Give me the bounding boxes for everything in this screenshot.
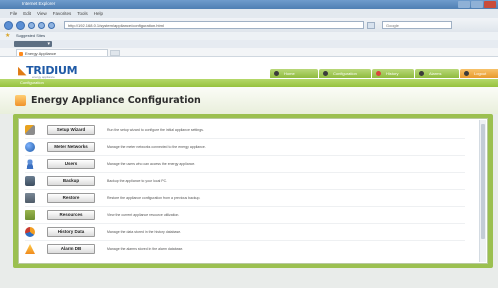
tab-logout-label: Logout [474, 71, 487, 76]
row-divider [25, 138, 465, 139]
row-divider [25, 155, 465, 156]
gear-icon [323, 71, 328, 76]
row-description: Restore the appliance configuration from… [107, 196, 201, 200]
meter-networks-button[interactable]: Meter Networks [47, 142, 95, 152]
star-icon[interactable]: ★ [5, 33, 10, 39]
tab-alarms[interactable]: Alarms [415, 69, 459, 78]
users-icon [25, 159, 35, 169]
row-divider [25, 240, 465, 241]
refresh-button[interactable] [28, 21, 35, 29]
configuration-panel: Setup Wizard Run the setup wizard to con… [18, 118, 488, 264]
menu-file[interactable]: File [10, 11, 17, 16]
tab-home[interactable]: Home [270, 69, 318, 78]
row-description: Manage the data stored in the history da… [107, 230, 182, 234]
navigation-bar: http://192.168.0.1/system/appliance/conf… [0, 18, 498, 32]
row-description: Manage the users who can access the ener… [107, 162, 196, 166]
close-button[interactable] [484, 1, 496, 8]
forward-button[interactable] [16, 20, 25, 30]
restore-button[interactable]: Restore [47, 193, 95, 203]
chevron-down-icon: ▾ [47, 41, 50, 47]
configuration-icon [15, 95, 26, 106]
home-icon [274, 71, 279, 76]
logo-mark-icon: ◣ [18, 64, 27, 77]
row-divider [25, 206, 465, 207]
page-title: Energy Appliance Configuration [31, 95, 201, 106]
browser-tab-active[interactable]: Energy Appliance [16, 49, 108, 56]
tab-history[interactable]: History [372, 69, 414, 78]
wand-icon [25, 125, 35, 135]
list-item: History Data Manage the data stored in t… [25, 225, 455, 239]
pie-chart-icon [25, 227, 35, 237]
browser-tabs: Energy Appliance [0, 48, 498, 57]
stop-button[interactable] [38, 21, 45, 29]
alarm-db-button[interactable]: Alarm DB [47, 244, 95, 254]
list-item: Users Manage the users who can access th… [25, 157, 455, 171]
page-footer [0, 268, 498, 288]
bell-icon [419, 71, 424, 76]
tab-logout[interactable]: Logout [460, 69, 498, 78]
backup-icon [25, 176, 35, 186]
go-button[interactable] [367, 21, 375, 29]
row-description: Manage the alarms stored in the alarm da… [107, 247, 184, 251]
menu-bar: File Edit View Favorites Tools Help [0, 9, 498, 18]
maximize-button[interactable] [471, 1, 483, 8]
history-data-button[interactable]: History Data [47, 227, 95, 237]
tab-configuration[interactable]: Configuration [319, 69, 371, 78]
history-icon [376, 71, 381, 76]
list-item: Meter Networks Manage the meter networks… [25, 140, 455, 154]
menu-help[interactable]: Help [94, 11, 103, 16]
breadcrumb: Configuration [0, 79, 498, 87]
scrollbar-thumb[interactable] [481, 124, 485, 239]
toolbar-dropdown[interactable]: ▾ [14, 41, 52, 47]
resources-icon [25, 210, 35, 220]
tab-configuration-label: Configuration [333, 71, 357, 76]
back-button[interactable] [4, 20, 13, 30]
resources-button[interactable]: Resources [47, 210, 95, 220]
row-divider [25, 223, 465, 224]
logout-icon [464, 71, 469, 76]
tab-history-label: History [386, 71, 399, 76]
list-item: Restore Restore the appliance configurat… [25, 191, 455, 205]
menu-view[interactable]: View [37, 11, 47, 16]
scrollbar[interactable] [479, 120, 486, 262]
menu-tools[interactable]: Tools [77, 11, 88, 16]
row-divider [25, 172, 465, 173]
tab-home-label: Home [284, 71, 295, 76]
app-header: ◣TRIDIUM energy appliance Home Configura… [0, 57, 498, 79]
menu-edit[interactable]: Edit [23, 11, 31, 16]
window-title: Internet Explorer [22, 1, 56, 6]
list-item: Resources View the current appliance res… [25, 208, 455, 222]
home-button[interactable] [48, 21, 55, 29]
row-description: View the current appliance resource util… [107, 213, 180, 217]
window-controls [458, 1, 496, 8]
restore-icon [25, 193, 35, 203]
globe-icon [25, 142, 35, 152]
setup-wizard-button[interactable]: Setup Wizard [47, 125, 95, 135]
favorites-link[interactable]: Suggested Sites [16, 33, 45, 38]
row-description: Backup the appliance to your local PC. [107, 179, 168, 183]
users-button[interactable]: Users [47, 159, 95, 169]
page-title-bar: Energy Appliance Configuration [0, 87, 498, 114]
list-item: Alarm DB Manage the alarms stored in the… [25, 242, 455, 256]
minimize-button[interactable] [458, 1, 470, 8]
favicon-icon [19, 52, 23, 56]
app-nav-tabs: Home Configuration History Alarms Logout [270, 69, 498, 78]
menu-favorites[interactable]: Favorites [53, 11, 72, 16]
new-tab-button[interactable] [110, 50, 120, 56]
search-input[interactable]: Google [382, 21, 452, 29]
favorites-bar: ★ Suggested Sites [0, 32, 498, 40]
backup-button[interactable]: Backup [47, 176, 95, 186]
tab-alarms-label: Alarms [429, 71, 442, 76]
address-bar[interactable]: http://192.168.0.1/system/appliance/conf… [64, 21, 364, 29]
list-item: Setup Wizard Run the setup wizard to con… [25, 123, 455, 137]
alarm-icon [25, 244, 35, 254]
browser-tab-label: Energy Appliance [25, 51, 57, 56]
row-description: Run the setup wizard to configure the in… [107, 128, 204, 132]
toolbar-strip: ▾ [0, 40, 498, 48]
row-divider [25, 189, 465, 190]
list-item: Backup Backup the appliance to your loca… [25, 174, 455, 188]
browser-title-bar: Internet Explorer [0, 0, 498, 9]
row-description: Manage the meter networks connected to t… [107, 145, 206, 149]
